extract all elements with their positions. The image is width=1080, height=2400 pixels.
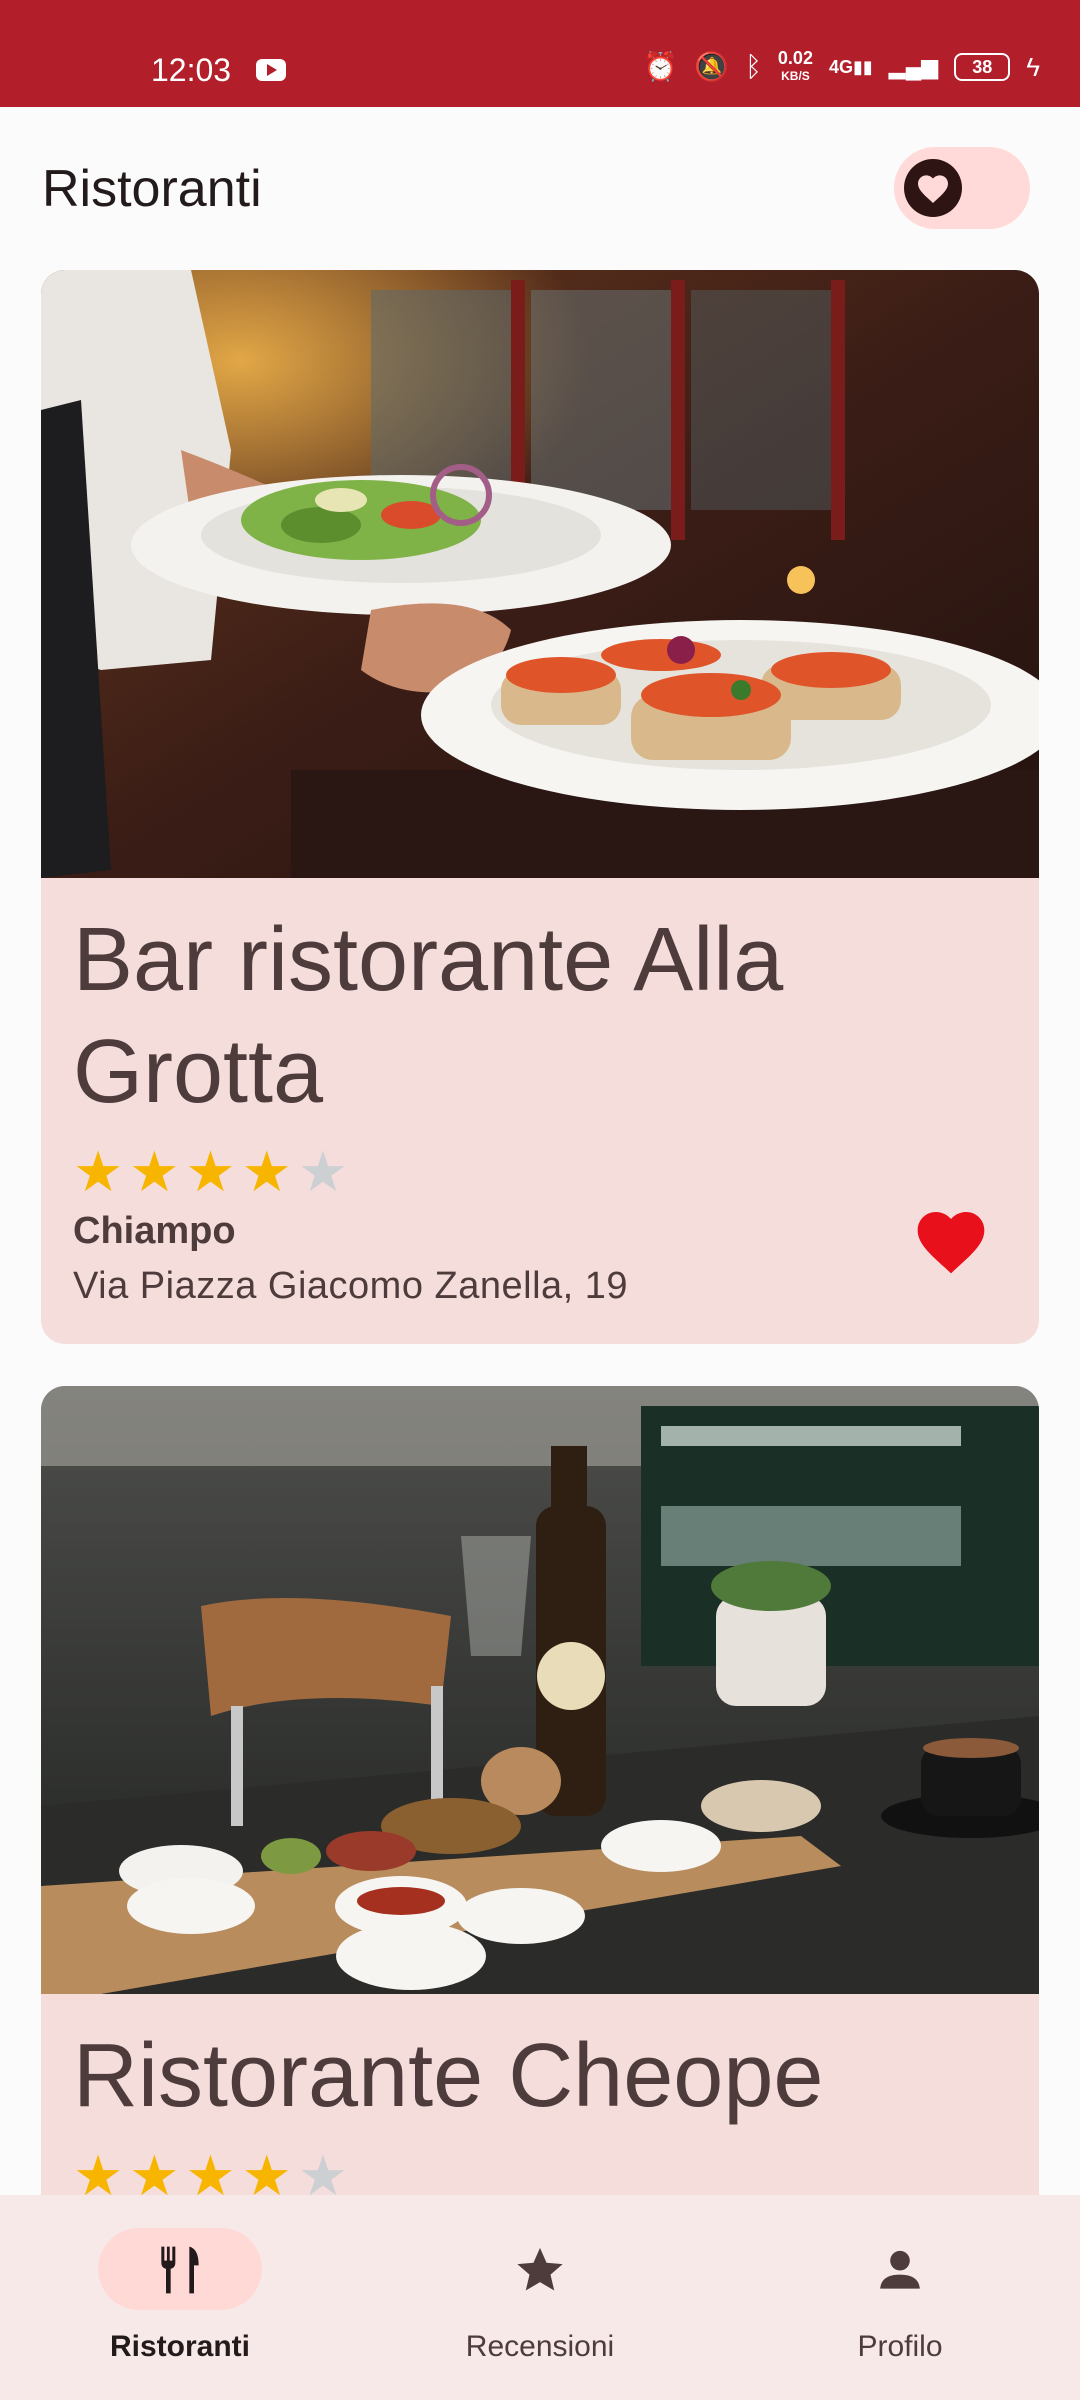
star-icon: ★ xyxy=(185,1140,236,1203)
fork-knife-icon xyxy=(161,2246,199,2294)
favorites-filter-toggle[interactable] xyxy=(894,147,1030,229)
mute-icon: 🔕 xyxy=(694,51,730,82)
youtube-notification-icon xyxy=(256,59,286,81)
rating-stars: ★ ★ ★ ★ ★ xyxy=(73,1142,1007,1202)
favorites-filter-knob[interactable] xyxy=(904,159,962,217)
bluetooth-icon: ᛒ xyxy=(745,51,762,82)
restaurant-city: Chiampo xyxy=(73,1210,236,1252)
nav-label: Ristoranti xyxy=(109,2330,250,2363)
nav-item-profilo[interactable]: Profilo xyxy=(720,2195,1080,2400)
status-time: 12:03 xyxy=(151,52,232,88)
signal-4g-icon: 4G▮▮ xyxy=(828,57,873,77)
star-icon xyxy=(517,2247,563,2291)
charging-icon: ϟ xyxy=(1026,52,1040,82)
nav-item-recensioni[interactable]: Recensioni xyxy=(360,2195,720,2400)
restaurant-photo-illustration xyxy=(41,1386,1039,1994)
star-icon: ★ xyxy=(241,1140,292,1203)
net-speed-value: 0.02 xyxy=(777,48,813,68)
battery-icon: 38 xyxy=(954,53,1011,81)
status-icons: ⏰ 🔕 ᛒ 0.02 KB/S 4G▮▮ ▂▄▆ 38 ϟ xyxy=(643,48,1040,84)
bottom-navigation: Ristoranti Recensioni Profilo xyxy=(0,2195,1080,2400)
favorite-button[interactable] xyxy=(911,1203,991,1277)
restaurant-name: Ristorante Cheope xyxy=(73,2026,824,2126)
battery-level: 38 xyxy=(972,56,993,77)
status-bar: 12:03 ⏰ 🔕 ᛒ 0.02 KB/S 4G▮▮ ▂▄▆ 38 ϟ xyxy=(0,0,1080,107)
restaurant-address: Via Piazza Giacomo Zanella, 19 xyxy=(73,1265,629,1307)
nav-item-ristoranti[interactable]: Ristoranti xyxy=(0,2195,360,2400)
nav-label: Recensioni xyxy=(465,2330,615,2363)
star-icon: ★ xyxy=(73,1140,124,1203)
nav-label: Profilo xyxy=(857,2330,943,2363)
heart-filled-icon xyxy=(917,1212,985,1274)
restaurant-name: Bar ristorante Alla Grotta xyxy=(73,910,784,1122)
heart-icon xyxy=(918,175,948,203)
net-speed: 0.02 KB/S xyxy=(777,48,813,84)
page-title: Ristoranti xyxy=(42,160,262,218)
net-speed-unit: KB/S xyxy=(781,69,810,83)
alarm-icon: ⏰ xyxy=(643,51,679,82)
top-app-bar: Ristoranti xyxy=(0,107,1080,269)
star-icon: ★ xyxy=(129,1140,180,1203)
restaurant-card[interactable]: Ristorante Cheope ★ ★ ★ ★ ★ xyxy=(41,1386,1039,2286)
restaurant-card-body: Bar ristorante Alla Grotta ★ ★ ★ ★ ★ Chi… xyxy=(41,878,1039,1308)
network-type: 4G xyxy=(828,57,853,77)
restaurant-photo xyxy=(41,270,1039,878)
restaurant-photo xyxy=(41,1386,1039,1994)
signal-icon: ▂▄▆ xyxy=(888,54,939,79)
restaurant-card-body: Ristorante Cheope ★ ★ ★ ★ ★ xyxy=(41,1994,1039,2206)
person-icon xyxy=(880,2250,920,2289)
restaurant-card[interactable]: Bar ristorante Alla Grotta ★ ★ ★ ★ ★ Chi… xyxy=(41,270,1039,1344)
restaurant-photo-illustration xyxy=(41,270,1039,878)
star-empty-icon: ★ xyxy=(297,1140,349,1203)
